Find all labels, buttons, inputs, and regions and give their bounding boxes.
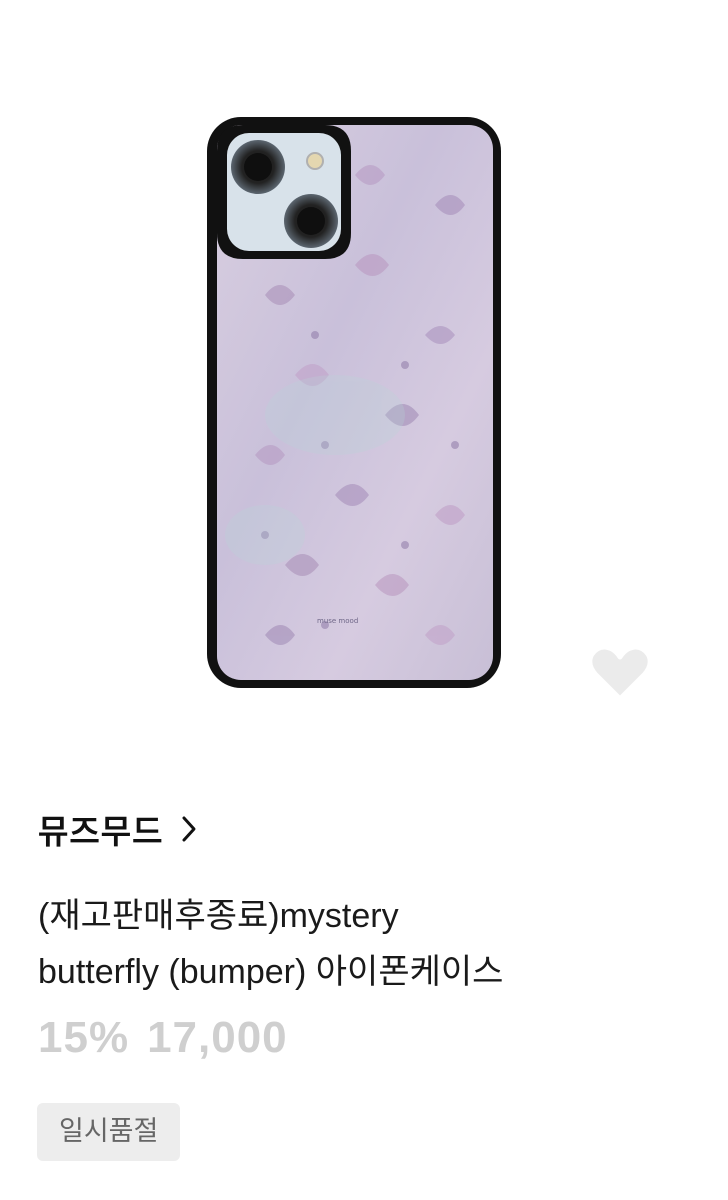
wishlist-button[interactable] — [582, 635, 658, 711]
price: 17,000 — [147, 1013, 288, 1062]
brand-name: 뮤즈무드 — [38, 812, 164, 851]
price-row: 15% 17,000 — [38, 1013, 288, 1063]
product-title-line: (재고판매후종료)mystery — [38, 897, 399, 935]
product-title-line: butterfly (bumper) 아이폰케이스 — [38, 953, 504, 991]
case-print-text: muse mood — [317, 617, 358, 625]
brand-link[interactable]: 뮤즈무드 — [38, 805, 197, 853]
discount-rate: 15% — [38, 1013, 130, 1062]
product-title[interactable]: (재고판매후종료)mystery butterfly (bumper) 아이폰케… — [38, 888, 678, 1000]
chevron-right-icon — [182, 816, 196, 842]
status-badge: 일시품절 — [37, 1103, 181, 1161]
phone-case-image: muse mood — [207, 117, 501, 688]
product-card[interactable]: muse mood 뮤즈무드 (재고판매후종료)mystery butterfl… — [0, 0, 728, 1200]
heart-outline-icon — [587, 644, 653, 702]
